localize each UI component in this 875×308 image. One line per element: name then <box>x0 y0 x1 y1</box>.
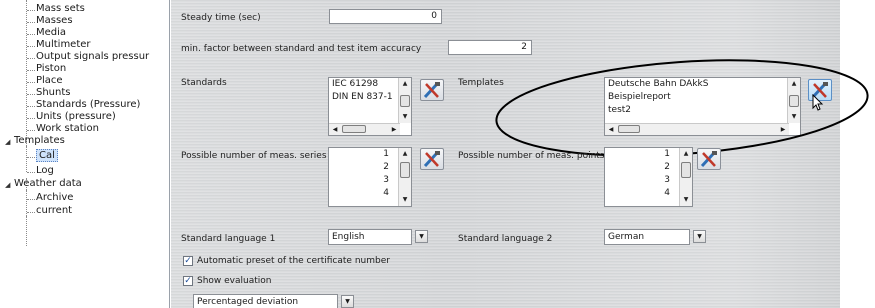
tree-item-standards-pressure[interactable]: Standards (Pressure) <box>36 99 140 111</box>
tree-item-media[interactable]: Media <box>36 27 66 39</box>
steady-time-label: Steady time (sec) <box>181 13 261 23</box>
arrow-up-icon[interactable]: ▲ <box>399 78 411 90</box>
auto-preset-label: Automatic preset of the certificate numb… <box>197 256 390 266</box>
tree-item-cal[interactable]: Cal <box>36 149 58 162</box>
auto-preset-checkbox[interactable]: ✓ <box>183 256 193 266</box>
meas-points-label: Possible number of meas. points <box>458 151 605 161</box>
language1-label: Standard language 1 <box>181 234 276 244</box>
scroll-thumb[interactable] <box>342 125 366 133</box>
expand-arrow-icon[interactable]: ◢ <box>5 138 10 146</box>
tree-item-piston[interactable]: Piston <box>36 63 66 75</box>
standards-label: Standards <box>181 78 227 88</box>
language2-select[interactable]: German <box>604 229 690 245</box>
tools-icon <box>423 82 440 99</box>
steady-time-input[interactable]: 0 <box>329 9 442 24</box>
evaluation-select[interactable]: Percentaged deviation <box>193 294 338 308</box>
horizontal-scrollbar[interactable]: ◀ ▶ <box>329 123 400 135</box>
scroll-thumb[interactable] <box>681 162 691 178</box>
vertical-scrollbar[interactable]: ▲ ▼ <box>398 148 411 206</box>
annotation-ellipse <box>495 59 869 157</box>
arrow-down-icon[interactable]: ▼ <box>399 111 411 123</box>
tree-item-archive[interactable]: Archive <box>36 192 73 204</box>
meas-series-listbox[interactable]: 1 2 3 4 ▲ ▼ <box>328 147 412 207</box>
expand-arrow-icon[interactable]: ◢ <box>5 181 10 189</box>
edit-meas-points-button[interactable] <box>697 148 721 170</box>
vertical-scrollbar[interactable]: ▲ ▼ <box>398 78 411 123</box>
meas-series-label: Possible number of meas. series <box>181 151 327 161</box>
tree-item-mass-sets[interactable]: Mass sets <box>36 3 85 15</box>
tree-item-current[interactable]: current <box>36 205 72 217</box>
min-factor-label: min. factor between standard and test it… <box>181 44 422 54</box>
tree-item-masses[interactable]: Masses <box>36 15 73 27</box>
arrow-down-icon[interactable]: ▼ <box>399 194 411 206</box>
tools-icon <box>423 151 440 168</box>
tree-item-weather-data[interactable]: Weather data <box>14 178 82 190</box>
min-factor-input[interactable]: 2 <box>448 40 532 55</box>
arrow-right-icon[interactable]: ▶ <box>388 124 400 135</box>
arrow-up-icon[interactable]: ▲ <box>680 148 692 160</box>
show-evaluation-label: Show evaluation <box>197 276 272 286</box>
tree-item-shunts[interactable]: Shunts <box>36 87 71 99</box>
language1-select[interactable]: English <box>328 229 412 245</box>
show-evaluation-checkbox[interactable]: ✓ <box>183 276 193 286</box>
chevron-down-icon[interactable]: ▼ <box>341 295 354 308</box>
edit-standards-button[interactable] <box>420 79 444 101</box>
language2-label: Standard language 2 <box>458 234 553 244</box>
edit-meas-series-button[interactable] <box>420 148 444 170</box>
tree-item-work-station[interactable]: Work station <box>36 123 99 135</box>
tree-item-templates[interactable]: Templates <box>14 135 65 147</box>
scroll-thumb[interactable] <box>400 95 410 107</box>
scroll-thumb[interactable] <box>400 162 410 178</box>
chevron-down-icon[interactable]: ▼ <box>693 230 706 243</box>
arrow-up-icon[interactable]: ▲ <box>399 148 411 160</box>
navigation-tree: Mass sets Masses Media Multimeter Output… <box>0 0 170 308</box>
tools-icon <box>700 151 717 168</box>
meas-points-listbox[interactable]: 1 2 3 4 ▲ ▼ <box>604 147 693 207</box>
tree-item-place[interactable]: Place <box>36 75 63 87</box>
standards-listbox[interactable]: IEC 61298 DIN EN 837-1 ▲ ▼ ◀ ▶ <box>328 77 412 136</box>
vertical-scrollbar[interactable]: ▲ ▼ <box>679 148 692 206</box>
tree-item-units-pressure[interactable]: Units (pressure) <box>36 111 116 123</box>
arrow-down-icon[interactable]: ▼ <box>680 194 692 206</box>
tree-item-output-signals[interactable]: Output signals pressur <box>36 51 149 63</box>
chevron-down-icon[interactable]: ▼ <box>415 230 428 243</box>
tree-item-multimeter[interactable]: Multimeter <box>36 39 91 51</box>
arrow-left-icon[interactable]: ◀ <box>329 124 341 135</box>
tree-item-log[interactable]: Log <box>36 165 54 177</box>
